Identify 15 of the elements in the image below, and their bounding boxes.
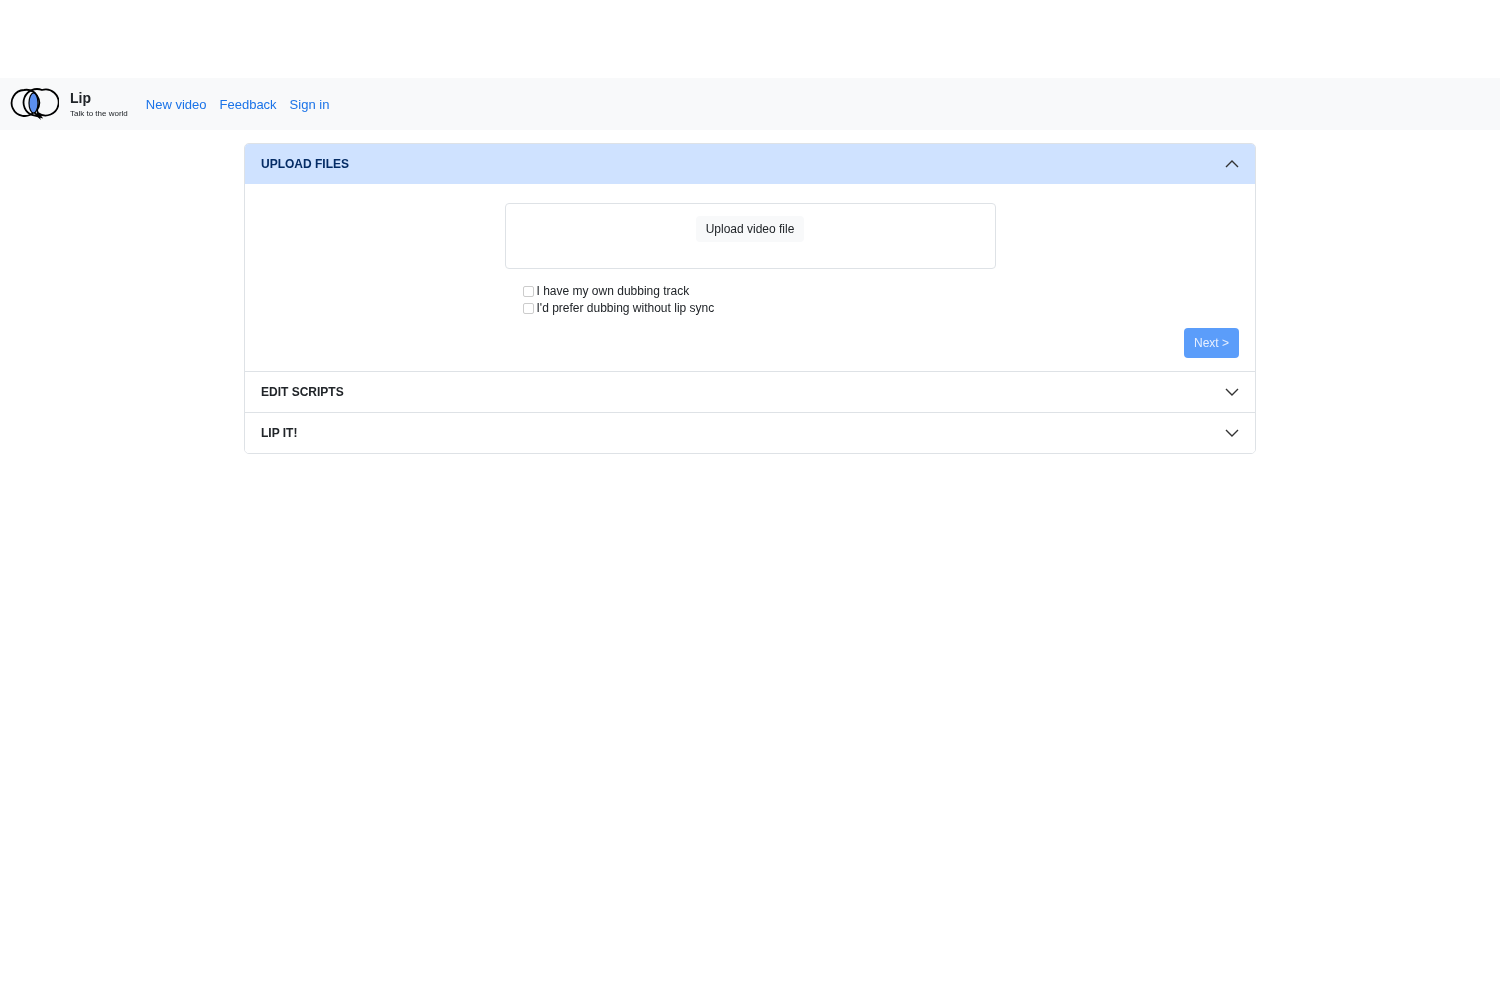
checkbox[interactable] (522, 285, 534, 297)
nav-link[interactable]: Sign in (289, 96, 330, 112)
chevron-icon (1225, 159, 1239, 169)
brand-tagline: Talk to the world (70, 109, 128, 118)
checkbox[interactable] (522, 302, 534, 314)
nav-link[interactable]: New video (145, 96, 207, 112)
upload-button[interactable]: Upload video file (695, 216, 805, 242)
chevron-icon (1225, 428, 1239, 438)
brand-name: Lip (70, 90, 92, 106)
chevron-icon (1225, 387, 1239, 397)
checkbox-label: I have my own dubbing track (536, 284, 690, 298)
logo-icon (9, 87, 59, 121)
accordion-header[interactable]: UPLOAD FILES (245, 144, 1255, 184)
nav-link[interactable]: Feedback (219, 96, 277, 112)
checkbox-label: I'd prefer dubbing without lip sync (536, 301, 715, 315)
